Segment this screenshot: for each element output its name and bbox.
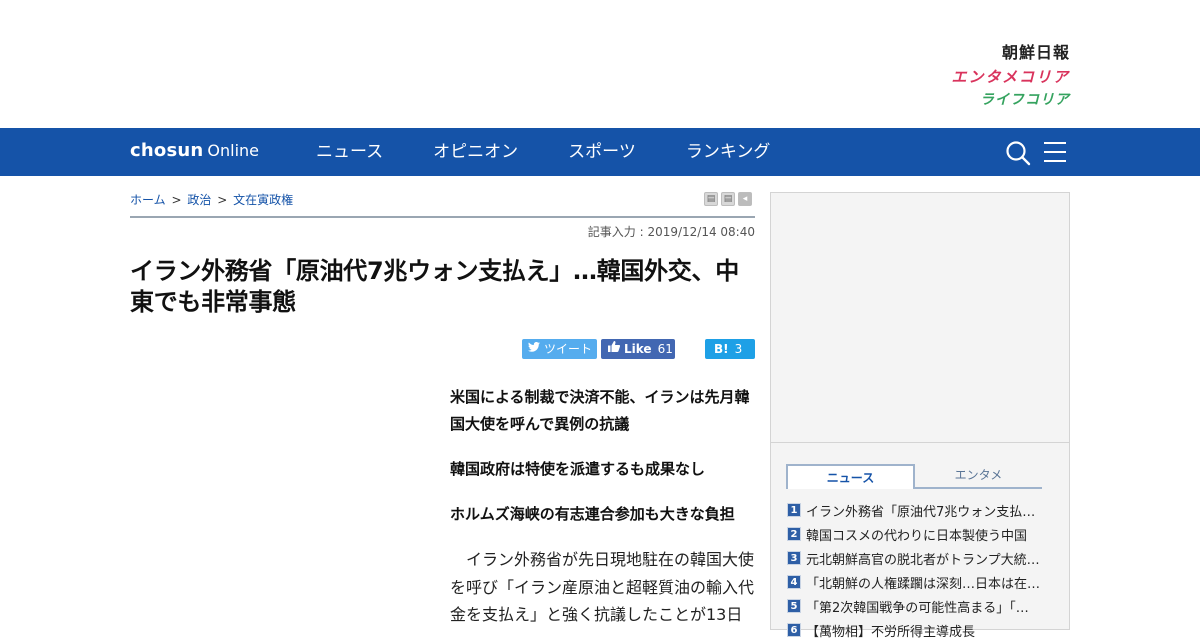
breadcrumb-separator: > bbox=[217, 193, 228, 207]
entame-korea-logo[interactable]: エンタメコリア bbox=[951, 70, 1070, 85]
twitter-bird-icon bbox=[528, 339, 540, 359]
ranking-title[interactable]: 元北朝鮮高官の脱北者がトランプ大統… bbox=[806, 549, 1046, 568]
nav-item-sports[interactable]: スポーツ bbox=[568, 128, 636, 176]
hatena-bookmark-button[interactable]: B! 3 bbox=[705, 339, 755, 359]
article-tools: ▤ ▤ ◂ bbox=[704, 192, 752, 206]
ranking-title[interactable]: 【萬物相】不労所得主導成長 bbox=[806, 621, 1046, 640]
rank-number: 6 bbox=[787, 623, 801, 637]
rank-number: 4 bbox=[787, 575, 801, 589]
facebook-like-button[interactable]: Like 61 bbox=[601, 339, 675, 359]
ranking-title[interactable]: イラン外務省「原油代7兆ウォン支払… bbox=[806, 501, 1046, 520]
like-label: Like bbox=[624, 342, 652, 356]
tab-news[interactable]: ニュース bbox=[786, 464, 915, 489]
chosun-online-logo[interactable]: chosun Online bbox=[130, 140, 259, 162]
article-subhead: ホルムズ海峡の有志連合参加も大きな負担 bbox=[450, 505, 735, 523]
back-arrow-icon[interactable]: ◂ bbox=[738, 192, 752, 206]
chosun-ilbo-logo[interactable]: 朝鮮日報 bbox=[1002, 45, 1070, 61]
ranking-title[interactable]: 「北朝鮮の人権蹂躙は深刻…日本は在… bbox=[806, 573, 1046, 592]
tab-entame[interactable]: エンタメ bbox=[915, 464, 1042, 489]
ranking-title[interactable]: 韓国コスメの代わりに日本製使う中国 bbox=[806, 525, 1046, 544]
text-size-icon[interactable]: ▤ bbox=[721, 192, 735, 206]
like-count: 61 bbox=[657, 342, 673, 356]
breadcrumb-separator: > bbox=[171, 193, 182, 207]
nav-item-opinion[interactable]: オピニオン bbox=[433, 128, 518, 176]
logo-suffix: Online bbox=[207, 141, 260, 160]
breadcrumb-home[interactable]: ホーム bbox=[130, 193, 166, 207]
ranking-title[interactable]: 「第2次韓国戦争の可能性高まる」「… bbox=[806, 597, 1046, 616]
article-subhead: 韓国政府は特使を派遣するも成果なし bbox=[450, 460, 706, 478]
breadcrumb: ホーム > 政治 > 文在寅政権 bbox=[130, 191, 293, 208]
masthead: 朝鮮日報 エンタメコリア ライフコリア bbox=[0, 0, 1200, 128]
ranking-item[interactable]: 3 元北朝鮮高官の脱北者がトランプ大統… bbox=[787, 546, 1047, 570]
life-korea-logo[interactable]: ライフコリア bbox=[980, 93, 1070, 107]
breadcrumb-subsection[interactable]: 文在寅政権 bbox=[233, 193, 293, 207]
article-subhead: 米国による制裁で決済不能、イランは先月韓国大使を呼んで異例の抗議 bbox=[450, 388, 750, 433]
search-icon[interactable] bbox=[1005, 140, 1031, 166]
hamburger-menu-icon[interactable] bbox=[1043, 141, 1067, 163]
sidebar: ニュース エンタメ 1 イラン外務省「原油代7兆ウォン支払… 2 韓国コスメの代… bbox=[770, 192, 1070, 640]
rank-number: 3 bbox=[787, 551, 801, 565]
logo-word: chosun bbox=[130, 140, 204, 161]
print-icon[interactable]: ▤ bbox=[704, 192, 718, 206]
nav-item-news[interactable]: ニュース bbox=[316, 128, 383, 176]
nav-items: ニュース オピニオン スポーツ ランキング bbox=[316, 128, 820, 176]
thumbs-up-icon bbox=[608, 339, 621, 359]
tweet-button[interactable]: ツイート bbox=[522, 339, 597, 359]
rank-number: 1 bbox=[787, 503, 801, 517]
tweet-label: ツイート bbox=[544, 342, 593, 356]
ranking-item[interactable]: 4 「北朝鮮の人権蹂躙は深刻…日本は在… bbox=[787, 570, 1047, 594]
divider bbox=[130, 216, 755, 218]
hatena-label: B! bbox=[714, 342, 729, 356]
ranking-item[interactable]: 5 「第2次韓国戦争の可能性高まる」「… bbox=[787, 594, 1047, 618]
rank-number: 5 bbox=[787, 599, 801, 613]
breadcrumb-section[interactable]: 政治 bbox=[187, 193, 211, 207]
rank-number: 2 bbox=[787, 527, 801, 541]
ad-slot bbox=[771, 193, 1069, 443]
main-nav: chosun Online ニュース オピニオン スポーツ ランキング bbox=[0, 128, 1200, 176]
ranking-item[interactable]: 2 韓国コスメの代わりに日本製使う中国 bbox=[787, 522, 1047, 546]
nav-item-ranking[interactable]: ランキング bbox=[686, 128, 771, 176]
ranking-item[interactable]: 6 【萬物相】不労所得主導成長 bbox=[787, 618, 1047, 642]
article-body: イラン外務省が先日現地駐在の韓国大使を呼び「イラン産原油と超軽質油の輸入代金を支… bbox=[450, 550, 755, 624]
ranking-list: 1 イラン外務省「原油代7兆ウォン支払… 2 韓国コスメの代わりに日本製使う中国… bbox=[787, 498, 1047, 642]
ranking-item[interactable]: 1 イラン外務省「原油代7兆ウォン支払… bbox=[787, 498, 1047, 522]
hatena-count: 3 bbox=[734, 342, 743, 356]
ranking-tabs: ニュース エンタメ bbox=[786, 464, 1042, 489]
article-dateline: 記事入力 : 2019/12/14 08:40 bbox=[587, 225, 755, 239]
article-headline: イラン外務省「原油代7兆ウォン支払え」…韓国外交、中東でも非常事態 bbox=[130, 257, 739, 316]
